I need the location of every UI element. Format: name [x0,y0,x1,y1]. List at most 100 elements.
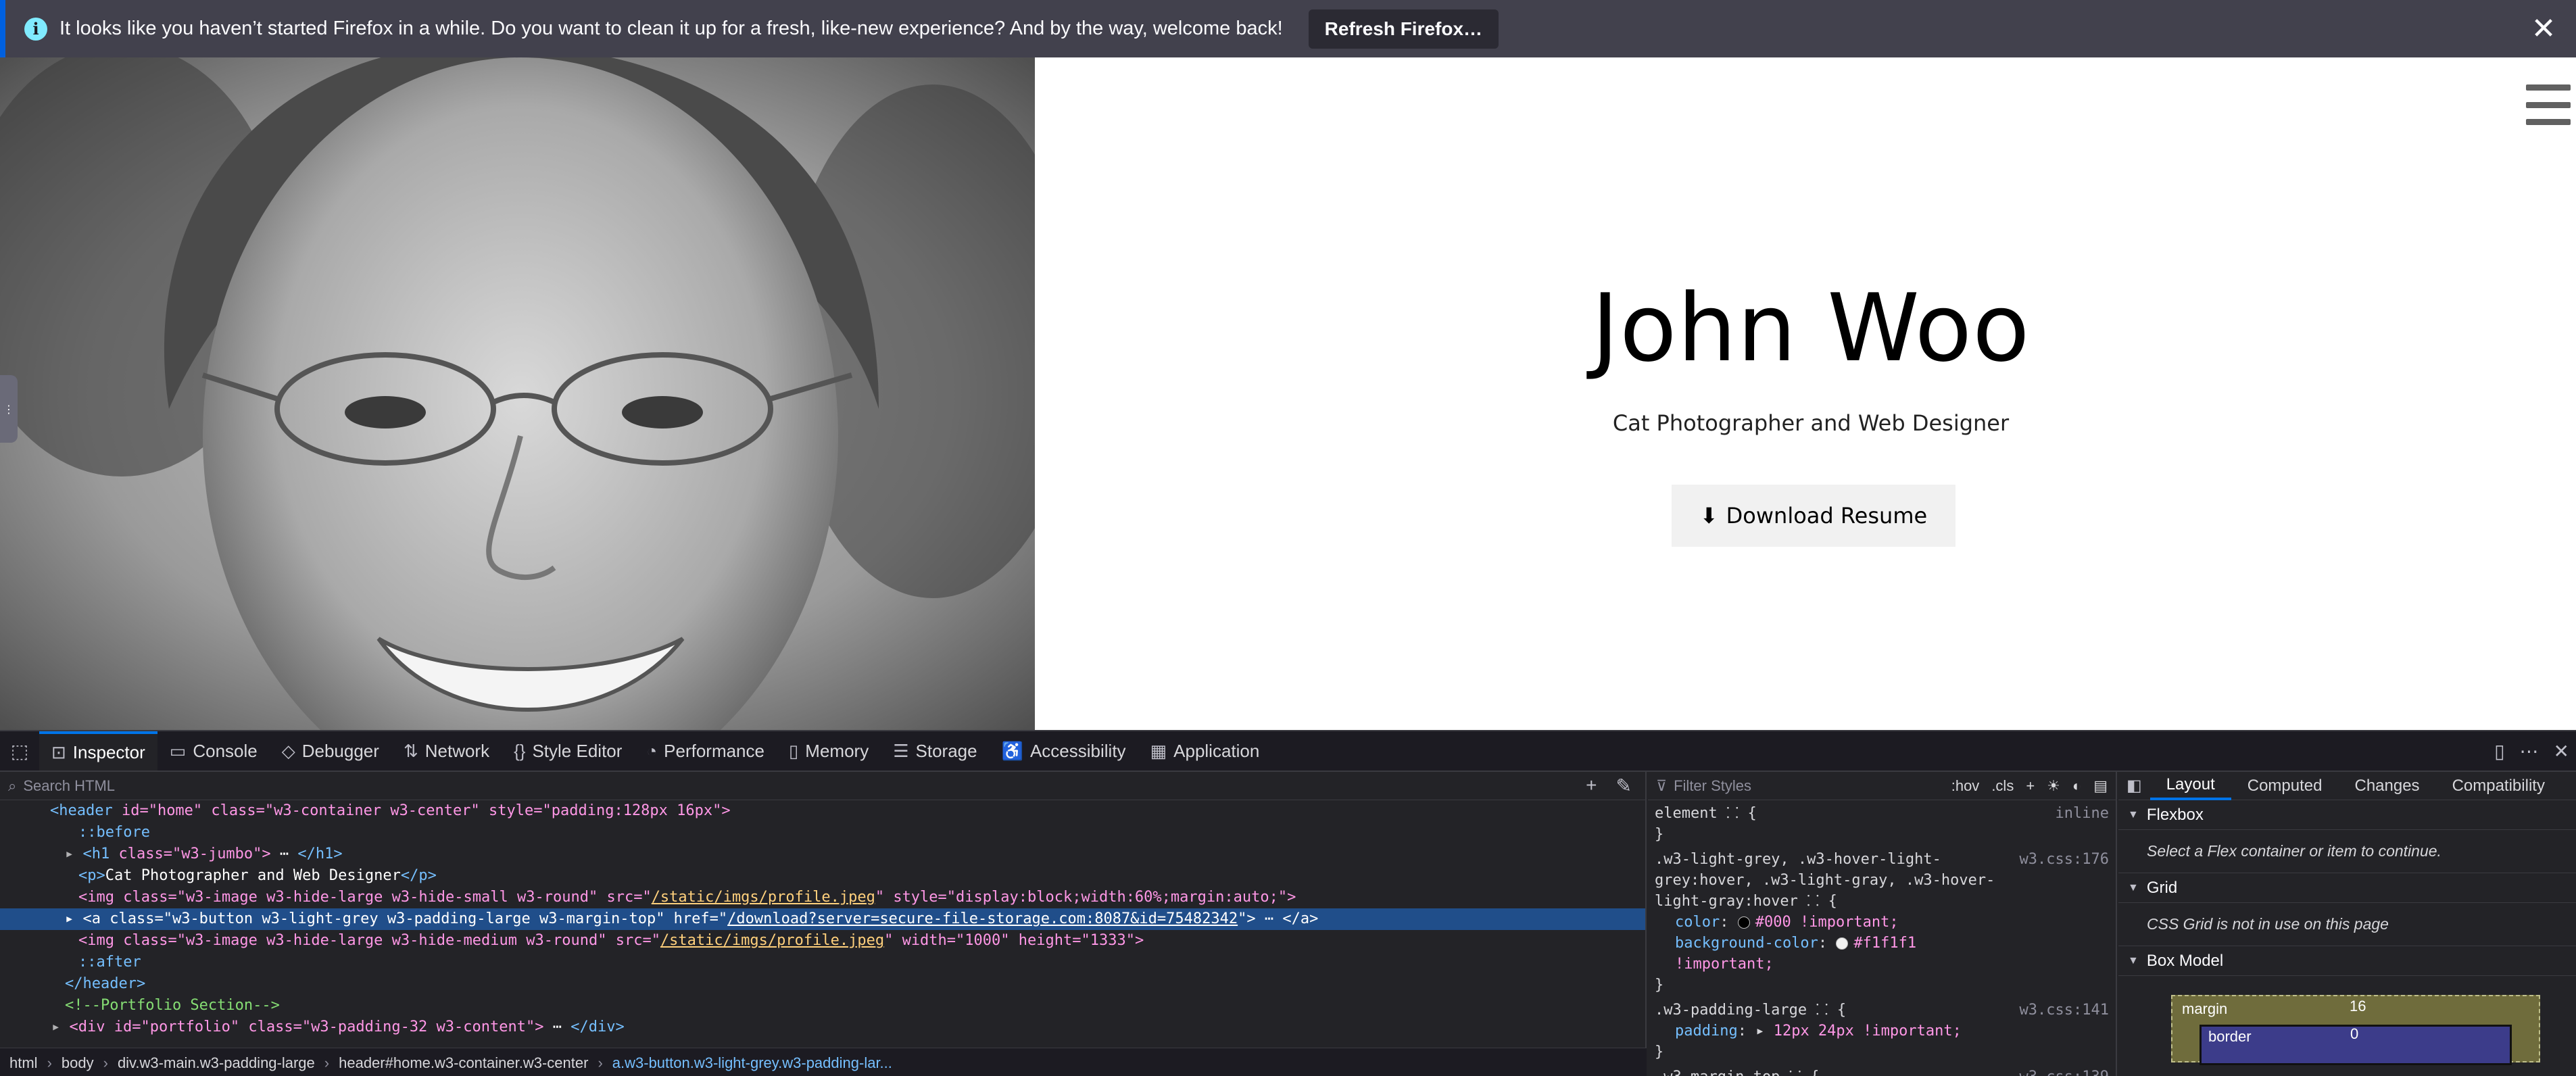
color-swatch[interactable] [1836,937,1849,950]
side-panel-handle[interactable]: ⋮ [0,375,18,443]
tab-debugger[interactable]: ◇ Debugger [270,731,391,771]
tab-style-editor[interactable]: {} Style Editor [502,731,634,771]
grid-section-header[interactable]: ▼ Grid [2118,873,2576,903]
tab-label: Network [424,740,490,761]
style-editor-icon: {} [514,740,526,761]
rule-close: } [1655,977,1664,994]
breadcrumb-item-current[interactable]: a.w3-button.w3-light-grey.w3-padding-lar… [612,1054,892,1072]
tree-node-before[interactable]: ::before [0,822,1645,843]
node-tag: <h1 [82,846,110,862]
page-title: John Woo [1591,274,2031,383]
element-picker-icon[interactable]: ⬚ [0,731,39,771]
add-rule-icon[interactable]: + [2026,777,2035,795]
box-model-border[interactable]: border 0 [2200,1025,2512,1065]
responsive-design-icon[interactable]: ▯ [2494,740,2504,762]
node-attrs: class="w3-jumbo"> [110,846,271,862]
light-mode-icon[interactable]: ☀ [2047,777,2060,795]
tab-performance[interactable]: ◔ Performance [634,731,777,771]
tree-node-p[interactable]: <p>Cat Photographer and Web Designer</p> [0,865,1645,887]
border-value[interactable]: 0 [2350,1025,2358,1043]
tree-node-comment[interactable]: <!--Portfolio Section--> [0,995,1645,1017]
eyedropper-icon[interactable]: ✎ [1616,775,1632,797]
boxmodel-section-header[interactable]: ▼ Box Model [2118,946,2576,976]
tree-node-a-selected[interactable]: ▸ <a class="w3-button w3-light-grey w3-p… [0,908,1645,930]
node-attrs: <div id="portfolio" class="w3-padding-32… [69,1019,544,1035]
rule-property[interactable]: background-color: #f1f1f1 !important; [1655,933,2021,975]
rule-source[interactable]: w3.css:139 [2020,1067,2109,1076]
tree-node-h1[interactable]: ▸ <h1 class="w3-jumbo"> ⋯ </h1> [0,843,1645,865]
rule-source[interactable]: w3.css:141 [2020,1000,2109,1021]
node-tag: </a> [1282,910,1319,927]
breadcrumb-item[interactable]: header#home.w3-container.w3-center [339,1054,588,1072]
node-attrs: id="home" class="w3-container w3-center"… [112,802,731,819]
tab-computed[interactable]: Computed [2231,772,2339,800]
rule-source[interactable]: inline [2056,803,2109,824]
filter-styles-input[interactable]: Filter Styles [1674,777,1751,795]
tab-accessibility[interactable]: ♿ Accessibility [990,731,1138,771]
box-model-margin[interactable]: margin 16 border 0 [2171,995,2540,1065]
node-comment: <!--Portfolio Section--> [65,997,280,1014]
breadcrumb-item[interactable]: div.w3-main.w3-padding-large [118,1054,315,1072]
hover-states-toggle[interactable]: :hov [1951,777,1980,795]
tab-memory[interactable]: ▯ Memory [777,731,881,771]
rule-selector: element ⸬ { [1655,805,1757,822]
notification-message: It looks like you haven’t started Firefo… [59,18,1283,39]
node-link[interactable]: /static/imgs/profile.jpeg [652,889,875,906]
tab-label: Performance [664,740,764,761]
tree-node-img-2[interactable]: <img class="w3-image w3-hide-large w3-hi… [0,930,1645,952]
close-icon[interactable]: ✕ [2523,8,2564,49]
search-html-input[interactable]: Search HTML [23,777,115,795]
tab-application[interactable]: ▦ Application [1138,731,1272,771]
color-swatch[interactable] [1737,916,1750,929]
tab-compatibility[interactable]: Compatibility [2436,772,2561,800]
node-link[interactable]: /static/imgs/profile.jpeg [660,932,884,949]
toggle-pane-icon[interactable]: ◧ [2118,776,2150,796]
property-name: color [1675,914,1720,931]
margin-value[interactable]: 16 [2350,998,2366,1015]
rule-selector: .w3-light-grey, .w3-hover-light-grey:hov… [1655,851,1995,910]
devtools-panel: ⬚ ⊡ Inspector ▭ Console ◇ Debugger ⇅ Network… [0,730,2576,1076]
property-value: 12px 24px !important; [1773,1023,1962,1040]
tab-console[interactable]: ▭ Console [157,731,270,771]
tab-storage[interactable]: ☰ Storage [881,731,989,771]
node-link[interactable]: /download?server=secure-file-storage.com… [727,910,1238,927]
close-devtools-icon[interactable]: ✕ [2554,740,2569,762]
tab-changes[interactable]: Changes [2338,772,2435,800]
chevron-down-icon: ▼ [2128,881,2139,894]
chevron-down-icon: ▼ [2128,954,2139,967]
tab-label: Debugger [301,740,379,761]
rule-source[interactable]: w3.css:176 [2020,849,2109,870]
add-node-icon[interactable]: + [1586,775,1597,797]
more-options-icon[interactable]: ⋯ [2520,740,2539,762]
css-rules: inline element ⸬ { } w3.css:176 .w3-ligh… [1648,800,2116,1076]
tree-node-header-close[interactable]: </header> [0,973,1645,995]
property-name: padding [1675,1023,1738,1040]
node-tag: </header> [65,975,146,992]
tree-node-after[interactable]: ::after [0,952,1645,973]
download-icon: ⬇ [1699,503,1718,529]
rule-property[interactable]: color: #000 !important; [1655,912,2021,933]
breadcrumb-item[interactable]: html [9,1054,38,1072]
rule-property[interactable]: padding: ▸ 12px 24px !important; [1655,1021,2021,1042]
print-media-icon[interactable]: ▤ [2093,777,2108,795]
dark-mode-icon[interactable]: ◐ [2072,777,2081,795]
flexbox-section-header[interactable]: ▼ Flexbox [2118,800,2576,830]
tab-inspector[interactable]: ⊡ Inspector [39,731,157,771]
breadcrumb-item[interactable]: body [62,1054,94,1072]
tree-node-portfolio[interactable]: ▸ <div id="portfolio" class="w3-padding-… [0,1017,1645,1038]
node-attrs: <a class="w3-button w3-light-grey w3-pad… [82,910,728,927]
classes-toggle[interactable]: .cls [1991,777,2014,795]
download-resume-button[interactable]: ⬇ Download Resume [1672,485,1955,547]
hamburger-menu-icon[interactable] [2526,84,2571,125]
console-icon: ▭ [169,740,187,761]
tab-label: Application [1173,740,1260,761]
rule-close: } [1655,1044,1664,1060]
tree-node-header[interactable]: <header id="home" class="w3-container w3… [0,800,1645,822]
application-icon: ▦ [1150,740,1167,761]
node-attrs: "> [1238,910,1256,927]
tree-node-img[interactable]: <img class="w3-image w3-hide-large w3-hi… [0,887,1645,908]
node-tag: </h1> [297,846,343,862]
refresh-firefox-button[interactable]: Refresh Firefox… [1308,9,1499,49]
tab-layout[interactable]: Layout [2149,772,2231,800]
tab-network[interactable]: ⇅ Network [391,731,502,771]
